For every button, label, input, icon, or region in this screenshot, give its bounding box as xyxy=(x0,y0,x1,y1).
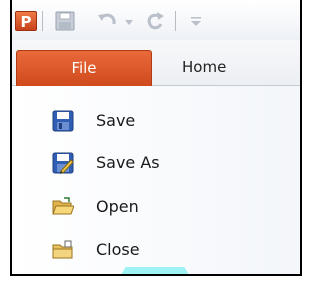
menu-item-label: Save As xyxy=(96,153,160,172)
quick-access-toolbar: P xyxy=(12,0,300,40)
menu-item-open[interactable]: Open xyxy=(12,187,300,227)
menu-item-save-as[interactable]: Save As xyxy=(12,143,300,183)
tab-insert[interactable]: I xyxy=(300,50,302,86)
dropdown-arrow-icon[interactable] xyxy=(124,11,134,31)
toolbar-separator xyxy=(175,11,176,31)
tab-file[interactable]: File xyxy=(16,50,152,86)
menu-item-label: Close xyxy=(96,240,140,259)
backstage-menu: Save Save As Open Close xyxy=(12,86,300,274)
menu-item-save[interactable]: Save xyxy=(12,101,300,141)
save-icon[interactable] xyxy=(54,11,76,31)
close-folder-icon xyxy=(52,239,74,261)
open-folder-icon xyxy=(52,196,75,218)
toolbar-separator xyxy=(42,11,43,31)
powerpoint-app-icon[interactable]: P xyxy=(15,11,37,31)
redo-icon[interactable] xyxy=(144,11,166,31)
window-frame: P File Home Save Save As Open Close xyxy=(10,0,302,276)
selection-highlight xyxy=(120,267,190,274)
menu-item-label: Open xyxy=(96,197,139,216)
save-icon xyxy=(52,110,74,132)
tab-home[interactable]: Home xyxy=(182,50,226,86)
save-as-icon xyxy=(52,152,74,174)
undo-icon[interactable] xyxy=(96,11,118,31)
menu-item-close[interactable]: Close xyxy=(12,230,300,270)
ribbon-tabs: File Home I xyxy=(12,40,300,86)
customize-toolbar-icon[interactable] xyxy=(190,11,202,31)
menu-item-label: Save xyxy=(96,111,136,130)
